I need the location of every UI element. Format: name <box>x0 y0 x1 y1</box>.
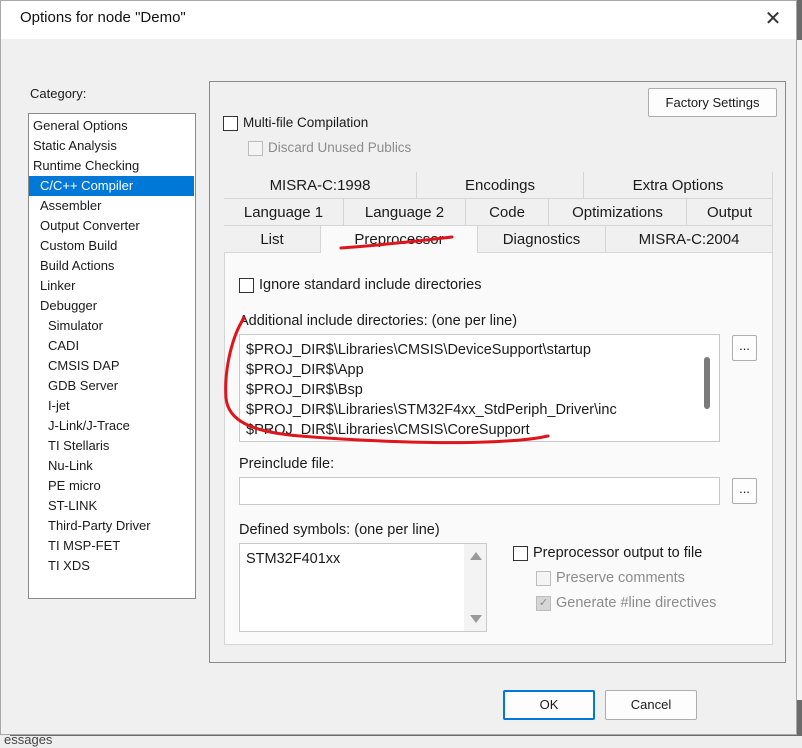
category-item[interactable]: C/C++ Compiler <box>29 176 194 196</box>
tab-encodings[interactable]: Encodings <box>417 172 584 199</box>
include-directory-line: $PROJ_DIR$\Libraries\STM32F4xx_StdPeriph… <box>246 402 617 418</box>
preserve-comments-label: Preserve comments <box>556 570 685 586</box>
include-directory-line: $PROJ_DIR$\Bsp <box>246 382 363 398</box>
category-item[interactable]: Simulator <box>29 316 195 336</box>
category-list[interactable]: General Options Static Analysis Runtime Ch… <box>28 113 196 599</box>
defined-symbol-line: STM32F401xx <box>246 551 341 567</box>
ignore-standard-include-label: Ignore standard include directories <box>259 277 482 293</box>
tab-code[interactable]: Code <box>466 199 549 226</box>
dialog-title: Options for node "Demo" <box>20 9 186 26</box>
category-item[interactable]: J-Link/J-Trace <box>29 416 195 436</box>
scroll-up-arrow-icon[interactable] <box>470 552 482 560</box>
include-directories-textarea[interactable]: $PROJ_DIR$\Libraries\CMSIS\DeviceSupport… <box>239 334 720 442</box>
category-item[interactable]: CMSIS DAP <box>29 356 195 376</box>
tab-extra-options[interactable]: Extra Options <box>584 172 773 199</box>
preinclude-browse-button[interactable]: ... <box>732 478 757 504</box>
close-icon[interactable]: ✕ <box>756 3 790 35</box>
cancel-button[interactable]: Cancel <box>605 690 697 720</box>
category-item[interactable]: Output Converter <box>29 216 195 236</box>
tab-misra-c-2004[interactable]: MISRA-C:2004 <box>606 226 773 253</box>
category-item[interactable]: General Options <box>29 116 195 136</box>
background-app-bottom-edge: essages <box>0 732 802 748</box>
generate-line-directives-label: Generate #line directives <box>556 595 717 611</box>
multi-file-compilation-checkbox[interactable] <box>223 116 238 131</box>
tab-list[interactable]: List <box>224 226 321 253</box>
category-item[interactable]: TI Stellaris <box>29 436 195 456</box>
preserve-comments-checkbox[interactable] <box>536 571 551 586</box>
discard-unused-publics-checkbox[interactable] <box>248 141 263 156</box>
ok-button[interactable]: OK <box>503 690 595 720</box>
category-item[interactable]: GDB Server <box>29 376 195 396</box>
defined-symbols-label: Defined symbols: (one per line) <box>239 522 440 538</box>
generate-line-directives-checkbox[interactable]: ✓ <box>536 596 551 611</box>
category-item[interactable]: CADI <box>29 336 195 356</box>
defined-symbols-textarea[interactable]: STM32F401xx <box>239 543 487 632</box>
tab-output[interactable]: Output <box>687 199 773 226</box>
preprocessor-output-label: Preprocessor output to file <box>533 545 703 561</box>
category-item[interactable]: I-jet <box>29 396 195 416</box>
category-item[interactable]: Linker <box>29 276 195 296</box>
include-scrollbar-thumb[interactable] <box>704 357 710 409</box>
include-directory-line: $PROJ_DIR$\App <box>246 362 364 378</box>
category-label: Category: <box>30 86 87 101</box>
category-item[interactable]: Build Actions <box>29 256 195 276</box>
category-item[interactable]: TI XDS <box>29 556 195 576</box>
tab-language-1[interactable]: Language 1 <box>224 199 344 226</box>
category-item[interactable]: PE micro <box>29 476 195 496</box>
include-directory-line: $PROJ_DIR$\Libraries\CMSIS\CoreSupport <box>246 422 530 438</box>
title-bar: Options for node "Demo" ✕ <box>1 1 796 39</box>
scroll-down-arrow-icon[interactable] <box>470 615 482 623</box>
include-directory-line: $PROJ_DIR$\Libraries\CMSIS\DeviceSupport… <box>246 342 591 358</box>
preprocessor-output-checkbox[interactable] <box>513 546 528 561</box>
tab-diagnostics[interactable]: Diagnostics <box>478 226 606 253</box>
category-item[interactable]: Runtime Checking <box>29 156 195 176</box>
discard-unused-publics-label: Discard Unused Publics <box>268 140 412 155</box>
options-dialog: Options for node "Demo" ✕ Category: Gene… <box>0 0 797 735</box>
tab-preprocessor[interactable]: Preprocessor <box>321 226 478 253</box>
category-item[interactable]: Custom Build <box>29 236 195 256</box>
category-item[interactable]: Assembler <box>29 196 195 216</box>
category-item[interactable]: Nu-Link <box>29 456 195 476</box>
preinclude-file-label: Preinclude file: <box>239 456 335 472</box>
category-item[interactable]: Static Analysis <box>29 136 195 156</box>
category-item[interactable]: Debugger <box>29 296 195 316</box>
include-directories-label: Additional include directories: (one per… <box>239 313 518 329</box>
include-browse-button[interactable]: ... <box>732 335 757 361</box>
category-item[interactable]: TI MSP-FET <box>29 536 195 556</box>
defined-symbols-scrollbar[interactable] <box>464 544 486 631</box>
tab-optimizations[interactable]: Optimizations <box>549 199 687 226</box>
factory-settings-button[interactable]: Factory Settings <box>648 88 777 117</box>
tab-misra-c-1998[interactable]: MISRA-C:1998 <box>224 172 417 199</box>
tab-language-2[interactable]: Language 2 <box>344 199 466 226</box>
multi-file-compilation-label: Multi-file Compilation <box>243 115 369 130</box>
category-item[interactable]: Third-Party Driver <box>29 516 195 536</box>
ignore-standard-include-checkbox[interactable] <box>239 278 254 293</box>
category-item[interactable]: ST-LINK <box>29 496 195 516</box>
preinclude-file-input[interactable] <box>239 477 720 505</box>
